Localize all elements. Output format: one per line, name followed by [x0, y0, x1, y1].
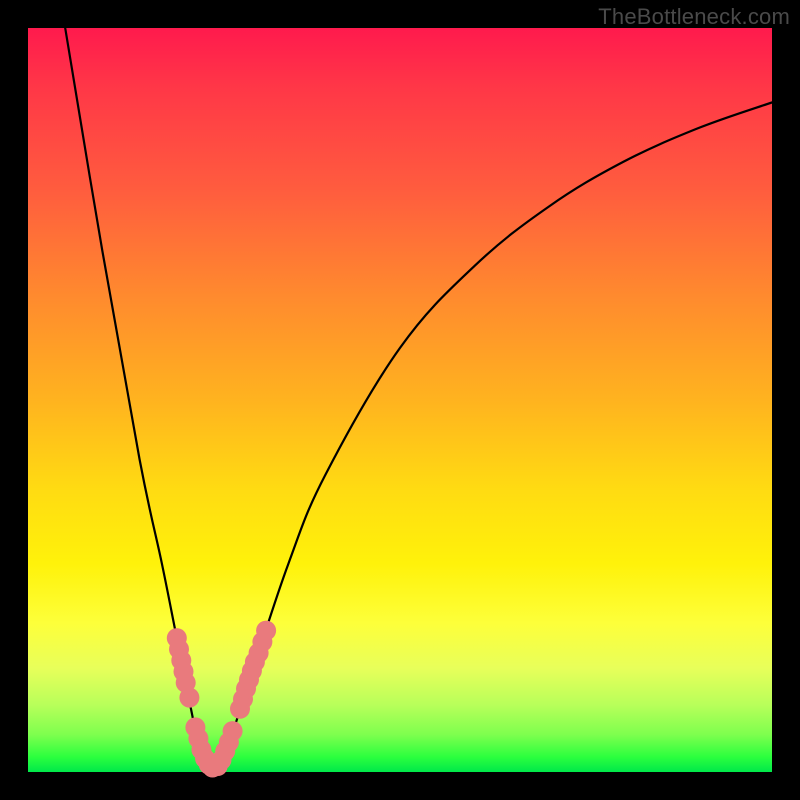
curve-markers — [167, 621, 276, 778]
curve-layer — [28, 28, 772, 772]
plot-area — [28, 28, 772, 772]
bottleneck-curve — [65, 28, 772, 772]
watermark-text: TheBottleneck.com — [598, 4, 790, 30]
curve-marker — [179, 688, 199, 708]
curve-marker — [256, 621, 276, 641]
chart-frame: TheBottleneck.com — [0, 0, 800, 800]
curve-marker — [223, 721, 243, 741]
